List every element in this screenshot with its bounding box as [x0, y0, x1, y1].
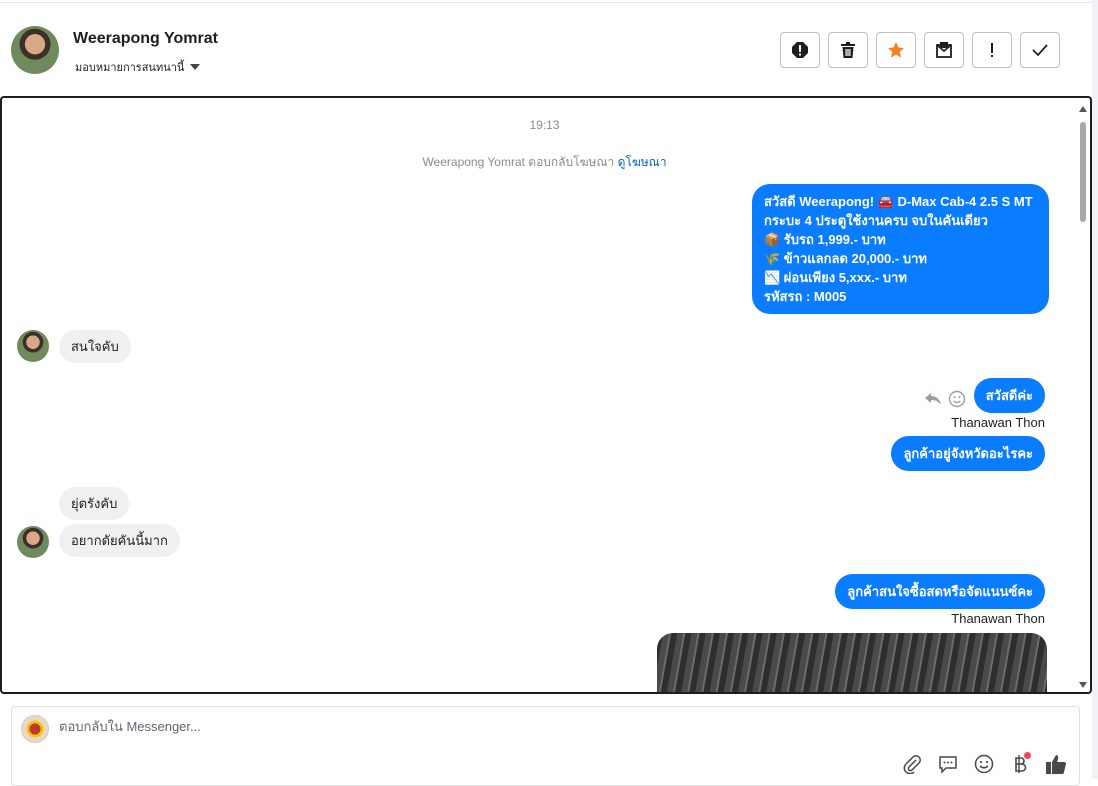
composer-tools [901, 752, 1067, 775]
exclamation-icon [991, 43, 993, 57]
envelope-icon [936, 42, 952, 58]
page-edge [1092, 0, 1098, 779]
caret-down-icon [190, 64, 201, 70]
spam-button[interactable] [780, 32, 820, 68]
star-button[interactable] [876, 32, 916, 68]
trash-icon [841, 42, 855, 58]
attach-button[interactable] [901, 753, 923, 775]
ad-reply-notice: Weerapong Yomrat ตอบกลับโฆษณา ดูโฆษณา [2, 153, 1087, 172]
assign-conversation-dropdown[interactable]: มอบหมายการสนทนานี้ [75, 58, 201, 76]
incoming-message[interactable]: อยากดัยคันนี้มาก [59, 524, 180, 557]
conversation-header: Weerapong Yomrat มอบหมายการสนทนานี้ [0, 3, 1092, 96]
customer-message-avatar [17, 330, 49, 362]
notification-dot [1024, 752, 1031, 759]
promo-line: 📦 รับรถ 1,999.- บาท [764, 232, 886, 247]
message-timestamp: 19:13 [529, 118, 560, 132]
smiley-icon [974, 754, 994, 774]
like-button[interactable] [1045, 753, 1067, 775]
saved-replies-button[interactable] [937, 753, 959, 775]
reply-composer [11, 706, 1080, 786]
customer-avatar[interactable] [11, 26, 59, 74]
message-hover-actions [924, 390, 966, 408]
page-avatar [21, 715, 49, 743]
thread-scrollbar[interactable] [1078, 102, 1088, 688]
checkmark-icon [1032, 44, 1048, 57]
message-thread[interactable]: 19:13 Weerapong Yomrat ตอบกลับโฆษณา ดูโฆ… [0, 96, 1092, 694]
promo-message[interactable]: สวัสดี Weerapong! 🚘 D-Max Cab-4 2.5 S MT… [752, 184, 1049, 314]
promo-line: รหัสรถ : M005 [764, 289, 847, 304]
sender-name: Thanawan Thon [951, 611, 1045, 626]
view-ad-link[interactable]: ดูโฆษณา [618, 155, 667, 169]
scroll-down-arrow[interactable] [1079, 682, 1087, 688]
follow-up-button[interactable] [972, 32, 1012, 68]
reply-icon[interactable] [924, 392, 942, 406]
customer-name[interactable]: Weerapong Yomrat [73, 30, 218, 48]
paperclip-icon [903, 755, 921, 774]
ad-notice-text: Weerapong Yomrat ตอบกลับโฆษณา [422, 155, 615, 169]
promo-line: 📉 ผ่อนเพียง 5,xxx.- บาท [764, 270, 907, 285]
outgoing-message[interactable]: สวัสดีค่ะ [973, 378, 1045, 413]
header-actions [780, 32, 1060, 68]
mark-done-button[interactable] [1020, 32, 1060, 68]
incoming-message[interactable]: สนใจคับ [59, 330, 131, 363]
star-icon [888, 42, 904, 58]
image-attachment[interactable] [657, 633, 1047, 692]
reply-input[interactable] [59, 719, 959, 734]
incoming-message[interactable]: ยุ่ตรังคับ [59, 487, 130, 520]
promo-line: สวัสดี Weerapong! 🚘 D-Max Cab-4 2.5 S MT [764, 194, 1033, 209]
react-smiley-icon[interactable] [948, 390, 966, 408]
sender-name: Thanawan Thon [951, 415, 1045, 430]
thumbs-up-icon [1046, 755, 1066, 774]
outgoing-message[interactable]: ลูกค้าสนใจซื้อสดหรือจัดแนนซ์คะ [835, 574, 1045, 609]
customer-message-avatar [17, 526, 49, 558]
scroll-thumb[interactable] [1080, 122, 1086, 222]
chat-bubble-icon [939, 756, 957, 774]
outgoing-message[interactable]: ลูกค้าอยู่จังหวัดอะไรคะ [891, 436, 1045, 471]
promo-line: กระบะ 4 ประตูใช้งานครบ จบในคันเดียว [764, 213, 988, 228]
payment-button[interactable] [1009, 752, 1031, 775]
assign-label: มอบหมายการสนทนานี้ [75, 62, 185, 74]
emoji-button[interactable] [973, 753, 995, 775]
delete-button[interactable] [828, 32, 868, 68]
mark-unread-button[interactable] [924, 32, 964, 68]
scroll-up-arrow[interactable] [1079, 106, 1087, 112]
alert-octagon-icon [792, 42, 808, 58]
promo-line: 🌾 ข้าวแลกลด 20,000.- บาท [764, 251, 927, 266]
